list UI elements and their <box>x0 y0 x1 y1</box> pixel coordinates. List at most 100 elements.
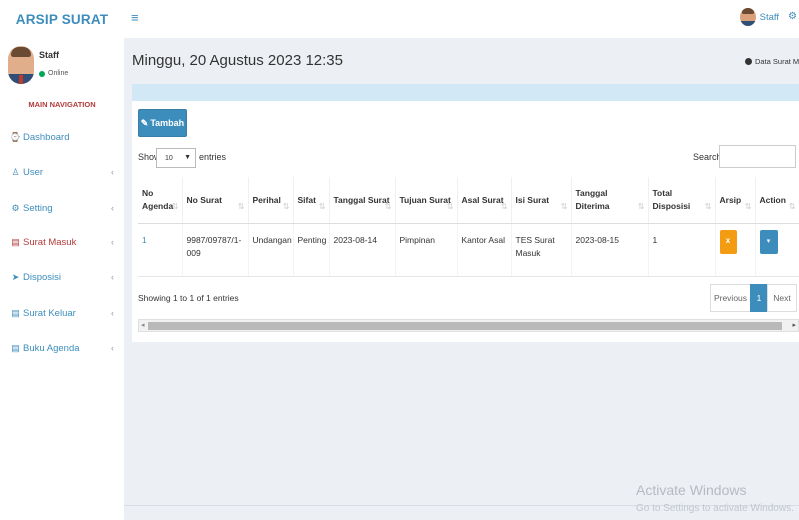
avatar <box>8 46 34 84</box>
column-header-tujuan-surat[interactable]: Tujuan Surat ⇅ <box>395 177 458 224</box>
sidebar-item-label: Surat Masuk <box>23 236 77 248</box>
previous-page-button[interactable]: Previous <box>710 284 751 312</box>
user-panel: Staff Online <box>6 44 118 94</box>
activate-windows-title: Activate Windows <box>636 482 747 498</box>
table-cell: Pimpinan <box>395 223 458 277</box>
chevron-left-icon: ‹ <box>111 203 114 213</box>
chevron-down-icon: ▼ <box>184 154 191 161</box>
table-row: 1 9987/09787/1-009 Undangan Penting 2023… <box>138 223 799 277</box>
sidebar-item-label: Dashboard <box>23 131 70 143</box>
column-header-total-disposisi[interactable]: Total Disposisi ⇅ <box>648 177 716 224</box>
page-title: Minggu, 20 Agustus 2023 12:35 <box>132 52 343 69</box>
chevron-left-icon: ‹ <box>111 272 114 282</box>
file-icon: ▤ <box>11 236 20 247</box>
table-cell: 2023-08-14 <box>329 223 396 277</box>
sidebar-item-label: Surat Keluar <box>23 307 76 319</box>
table-cell: Kantor Asal <box>457 223 512 277</box>
user-menu-name: Staff <box>759 11 779 23</box>
sidebar-toggle-icon[interactable]: ≡ <box>131 10 139 25</box>
column-header-no-agenda[interactable]: No Agenda ⇅ <box>138 177 183 224</box>
entries-label: entries <box>199 152 227 162</box>
chevron-left-icon: ‹ <box>111 308 114 318</box>
data-table: No Agenda ⇅ No Surat ⇅ Perihal ⇅ Sifat ⇅ Tan… <box>138 177 799 277</box>
add-button[interactable]: ✎ Tambah <box>138 109 187 137</box>
page-length-value: 10 <box>165 154 173 162</box>
column-header-isi-surat[interactable]: Isi Surat ⇅ <box>511 177 572 224</box>
pagination: Previous 1 Next <box>710 284 797 312</box>
user-menu[interactable]: Staff <box>739 8 779 26</box>
sidebar-item-user[interactable]: ♙ User ‹ <box>0 161 124 183</box>
table-cell: Undangan <box>248 223 294 277</box>
table-header-row: No Agenda ⇅ No Surat ⇅ Perihal ⇅ Sifat ⇅ Tan… <box>138 177 799 224</box>
sort-icon: ⇅ <box>704 201 712 211</box>
sort-icon: ⇅ <box>446 201 454 211</box>
edit-icon: ✎ <box>140 117 149 128</box>
sort-icon: ⇅ <box>500 201 508 211</box>
table-cell-action: ▾ <box>755 223 799 277</box>
chevron-left-icon: ‹ <box>111 343 114 353</box>
sort-icon: ⇅ <box>637 201 645 211</box>
sidebar-item-dashboard[interactable]: ⌚ Dashboard <box>0 126 124 148</box>
sidebar-item-buku-agenda[interactable]: ▤ Buku Agenda ‹ <box>0 337 124 359</box>
column-header-arsip[interactable]: Arsip ⇅ <box>715 177 756 224</box>
search-input[interactable] <box>719 145 796 168</box>
sort-icon: ⇅ <box>318 201 326 211</box>
next-page-button[interactable]: Next <box>767 284 797 312</box>
chevron-left-icon: ‹ <box>111 167 114 177</box>
box-header <box>132 84 799 101</box>
sidebar-item-label: Disposisi <box>23 271 62 283</box>
column-header-sifat[interactable]: Sifat ⇅ <box>293 177 330 224</box>
sidebar-item-setting[interactable]: ⚙ Setting ‹ <box>0 197 124 219</box>
table-cell[interactable]: 1 <box>138 223 183 277</box>
horizontal-scrollbar[interactable]: ◂ ▸ <box>138 319 799 332</box>
user-panel-name: Staff <box>39 50 59 60</box>
top-navbar: ARSIP SURAT ≡ Staff ⚙ <box>0 0 799 38</box>
table-cell: 2023-08-15 <box>571 223 649 277</box>
send-icon: ➤ <box>11 271 20 282</box>
column-header-asal-surat[interactable]: Asal Surat ⇅ <box>457 177 512 224</box>
book-icon: ▤ <box>11 342 20 353</box>
nav-header: MAIN NAVIGATION <box>28 100 96 109</box>
sidebar-item-surat-masuk[interactable]: ▤ Surat Masuk ‹ <box>0 231 124 253</box>
breadcrumb[interactable]: Data Surat Masuk <box>745 57 799 66</box>
data-box: ✎ Tambah Show 10 ▼ entries Search: No Ag… <box>132 84 799 342</box>
column-header-perihal[interactable]: Perihal ⇅ <box>248 177 294 224</box>
breadcrumb-item: Data Surat Masuk <box>755 57 799 66</box>
table-cell: 9987/09787/1-009 <box>182 223 249 277</box>
activate-windows-subtitle: Go to Settings to activate Windows. <box>636 503 794 514</box>
app-logo[interactable]: ARSIP SURAT <box>0 0 124 38</box>
archive-button[interactable]: x <box>719 229 737 254</box>
sidebar-item-disposisi[interactable]: ➤ Disposisi ‹ <box>0 266 124 288</box>
sort-icon: ⇅ <box>282 201 290 211</box>
sidebar-item-label: Buku Agenda <box>23 342 80 354</box>
user-status-label: Online <box>48 70 69 77</box>
dashboard-icon <box>745 58 752 65</box>
user-icon: ♙ <box>11 166 20 177</box>
file-icon: ▤ <box>11 307 20 318</box>
add-button-label: Tambah <box>150 118 185 128</box>
table-info: Showing 1 to 1 of 1 entries <box>138 293 239 303</box>
gear-icon[interactable]: ⚙ <box>788 11 797 22</box>
column-header-no-surat[interactable]: No Surat ⇅ <box>182 177 249 224</box>
column-header-tanggal-surat[interactable]: Tanggal Surat ⇅ <box>329 177 396 224</box>
sort-icon: ⇅ <box>560 201 568 211</box>
column-header-tanggal-diterima[interactable]: Tanggal Diterima ⇅ <box>571 177 649 224</box>
table-cell: Penting <box>293 223 330 277</box>
avatar <box>739 8 756 26</box>
table-cell-arsip: x <box>715 223 756 277</box>
scroll-right-icon[interactable]: ▸ <box>792 321 796 329</box>
sort-icon: ⇅ <box>171 201 179 211</box>
sidebar-item-label: User <box>23 166 44 178</box>
column-header-action[interactable]: Action ⇅ <box>755 177 799 224</box>
page-length-select[interactable]: 10 ▼ <box>156 148 196 168</box>
action-dropdown-button[interactable]: ▾ <box>759 229 778 254</box>
sidebar-item-surat-keluar[interactable]: ▤ Surat Keluar ‹ <box>0 302 124 324</box>
online-status-icon <box>39 70 45 77</box>
scroll-left-icon[interactable]: ◂ <box>141 321 145 329</box>
sort-icon: ⇅ <box>744 201 752 211</box>
dashboard-icon: ⌚ <box>9 131 22 142</box>
scrollbar-thumb[interactable] <box>148 322 782 330</box>
table-cell: 1 <box>648 223 716 277</box>
sort-icon: ⇅ <box>384 201 392 211</box>
page-button-current[interactable]: 1 <box>750 284 768 312</box>
